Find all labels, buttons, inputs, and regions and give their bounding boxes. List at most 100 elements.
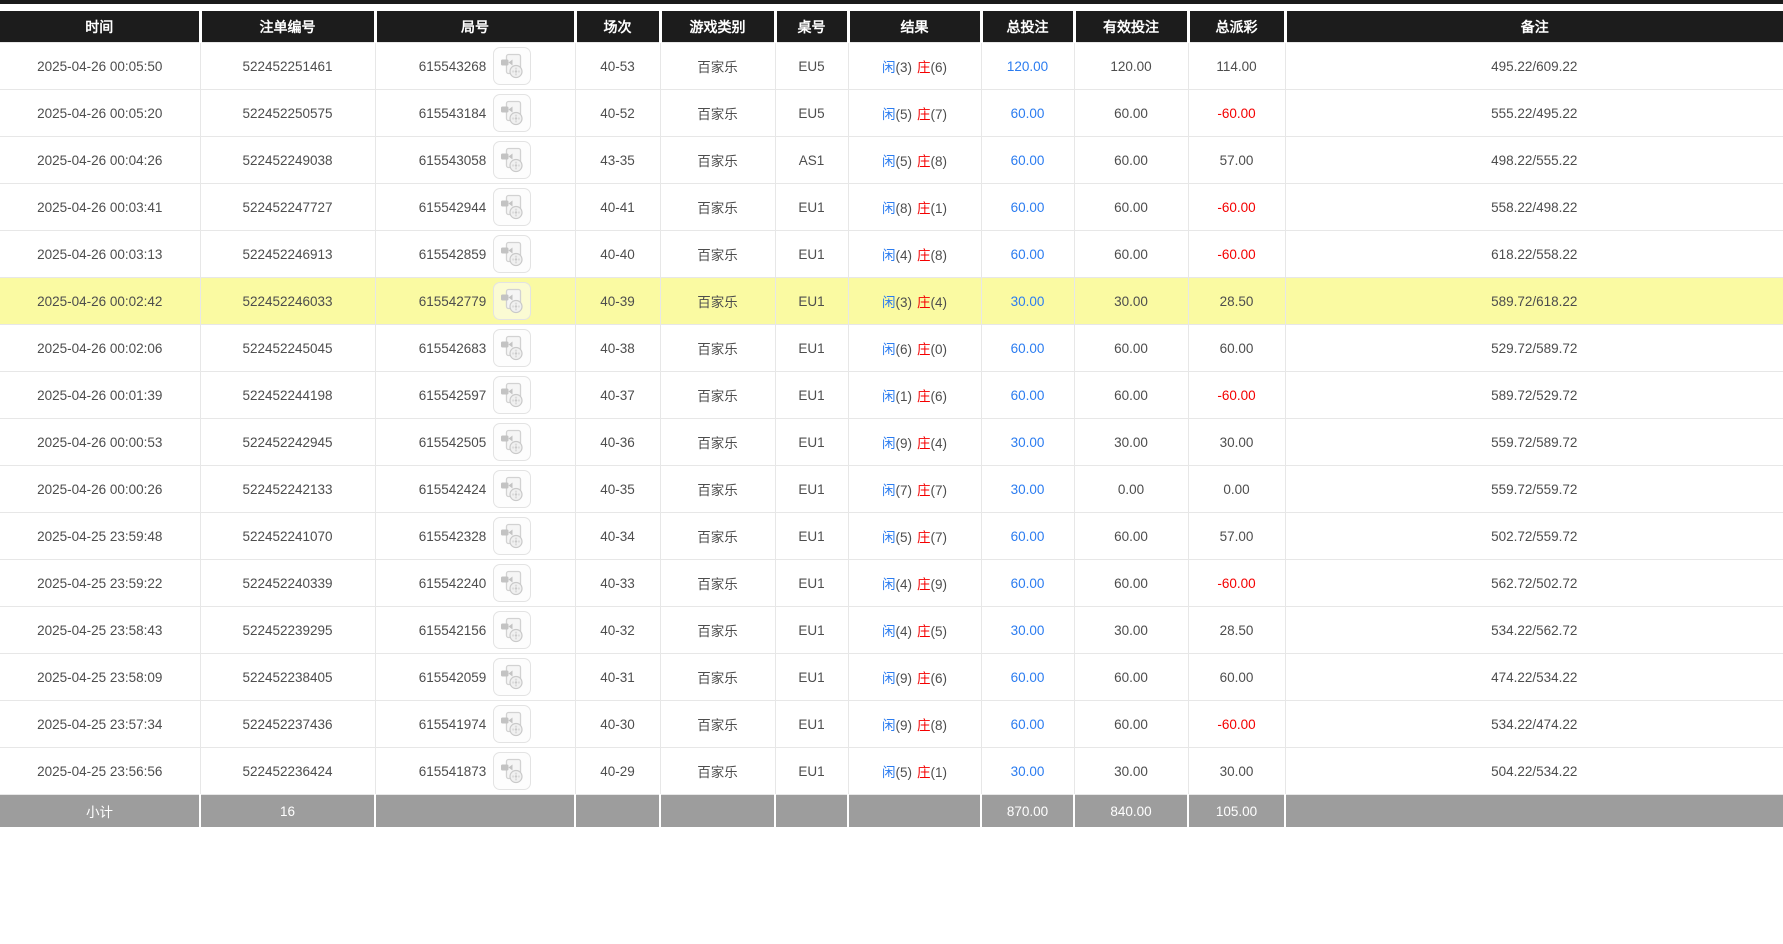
video-replay-button[interactable] — [493, 282, 531, 320]
banker-result-value: (1) — [931, 765, 948, 780]
total-bet-cell[interactable]: 120.00 — [981, 43, 1074, 90]
remark-cell: 562.72/502.72 — [1285, 560, 1783, 607]
banker-result-value: (6) — [931, 671, 948, 686]
payout-cell: 28.50 — [1188, 278, 1285, 325]
bet-no-cell: 522452237436 — [200, 701, 375, 748]
video-replay-button[interactable] — [493, 752, 531, 790]
player-result-label: 闲 — [882, 718, 896, 733]
video-replay-button[interactable] — [493, 188, 531, 226]
banker-result-label: 庄 — [917, 154, 931, 169]
round-no-cell: 615543058 — [375, 137, 575, 184]
total-bet-cell[interactable]: 30.00 — [981, 607, 1074, 654]
video-replay-icon — [500, 147, 524, 173]
result-cell: 闲(6)庄(0) — [848, 325, 981, 372]
video-replay-icon — [500, 288, 524, 314]
banker-result-value: (4) — [931, 295, 948, 310]
round-no-cell: 615542240 — [375, 560, 575, 607]
total-bet-cell[interactable]: 30.00 — [981, 419, 1074, 466]
video-replay-button[interactable] — [493, 376, 531, 414]
round-number: 615542944 — [419, 200, 487, 215]
total-bet-cell[interactable]: 30.00 — [981, 466, 1074, 513]
game-type-cell: 百家乐 — [660, 325, 775, 372]
round-number: 615542059 — [419, 670, 487, 685]
session-cell: 40-32 — [575, 607, 660, 654]
player-result-label: 闲 — [882, 624, 896, 639]
table-no-cell: EU1 — [775, 419, 848, 466]
round-number: 615541873 — [419, 764, 487, 779]
player-result-value: (4) — [896, 248, 913, 263]
time-cell: 2025-04-25 23:57:34 — [0, 701, 200, 748]
total-bet-cell[interactable]: 60.00 — [981, 513, 1074, 560]
player-result-label: 闲 — [882, 60, 896, 75]
table-no-cell: EU1 — [775, 325, 848, 372]
video-replay-icon — [500, 100, 524, 126]
payout-cell: -60.00 — [1188, 701, 1285, 748]
session-cell: 40-52 — [575, 90, 660, 137]
player-result-value: (1) — [896, 389, 913, 404]
table-no-cell: EU1 — [775, 560, 848, 607]
video-replay-button[interactable] — [493, 658, 531, 696]
remark-cell: 618.22/558.22 — [1285, 231, 1783, 278]
banker-result-label: 庄 — [917, 671, 931, 686]
video-replay-button[interactable] — [493, 470, 531, 508]
remark-cell: 529.72/589.72 — [1285, 325, 1783, 372]
video-replay-button[interactable] — [493, 141, 531, 179]
total-bet-cell[interactable]: 60.00 — [981, 137, 1074, 184]
total-bet-cell[interactable]: 60.00 — [981, 184, 1074, 231]
session-cell: 40-38 — [575, 325, 660, 372]
video-replay-icon — [500, 53, 524, 79]
total-bet-cell[interactable]: 30.00 — [981, 748, 1074, 795]
banker-result-label: 庄 — [917, 201, 931, 216]
valid-bet-cell: 60.00 — [1074, 325, 1188, 372]
total-bet-cell[interactable]: 60.00 — [981, 701, 1074, 748]
banker-result-label: 庄 — [917, 718, 931, 733]
result-cell: 闲(9)庄(8) — [848, 701, 981, 748]
video-replay-button[interactable] — [493, 423, 531, 461]
video-replay-button[interactable] — [493, 329, 531, 367]
result-cell: 闲(9)庄(4) — [848, 419, 981, 466]
total-bet-cell[interactable]: 60.00 — [981, 560, 1074, 607]
video-replay-button[interactable] — [493, 235, 531, 273]
video-replay-button[interactable] — [493, 47, 531, 85]
payout-cell: -60.00 — [1188, 90, 1285, 137]
video-replay-button[interactable] — [493, 94, 531, 132]
video-replay-icon — [500, 476, 524, 502]
video-replay-button[interactable] — [493, 611, 531, 649]
banker-result-value: (9) — [931, 577, 948, 592]
round-number: 615542597 — [419, 388, 487, 403]
round-no-cell: 615543268 — [375, 43, 575, 90]
banker-result-label: 庄 — [917, 483, 931, 498]
col-header-table-no: 桌号 — [775, 11, 848, 43]
time-cell: 2025-04-26 00:02:06 — [0, 325, 200, 372]
total-bet-cell[interactable]: 60.00 — [981, 231, 1074, 278]
player-result-label: 闲 — [882, 530, 896, 545]
game-type-cell: 百家乐 — [660, 372, 775, 419]
remark-cell: 589.72/618.22 — [1285, 278, 1783, 325]
total-bet-cell[interactable]: 30.00 — [981, 278, 1074, 325]
total-bet-cell[interactable]: 60.00 — [981, 654, 1074, 701]
total-bet-cell[interactable]: 60.00 — [981, 372, 1074, 419]
round-number: 615543184 — [419, 106, 487, 121]
banker-result-label: 庄 — [917, 530, 931, 545]
video-replay-button[interactable] — [493, 564, 531, 602]
total-bet-cell[interactable]: 60.00 — [981, 325, 1074, 372]
table-row: 2025-04-26 00:04:26 522452249038 6155430… — [0, 137, 1783, 184]
table-no-cell: EU1 — [775, 701, 848, 748]
video-replay-icon — [500, 523, 524, 549]
player-result-value: (3) — [896, 60, 913, 75]
video-replay-button[interactable] — [493, 705, 531, 743]
round-no-cell: 615542683 — [375, 325, 575, 372]
round-no-cell: 615542156 — [375, 607, 575, 654]
payout-cell: 57.00 — [1188, 137, 1285, 184]
table-row: 2025-04-26 00:05:20 522452250575 6155431… — [0, 90, 1783, 137]
table-row: 2025-04-25 23:59:48 522452241070 6155423… — [0, 513, 1783, 560]
round-no-cell: 615542328 — [375, 513, 575, 560]
banker-result-value: (0) — [931, 342, 948, 357]
session-cell: 40-53 — [575, 43, 660, 90]
session-cell: 40-36 — [575, 419, 660, 466]
banker-result-label: 庄 — [917, 389, 931, 404]
table-no-cell: EU1 — [775, 748, 848, 795]
total-bet-cell[interactable]: 60.00 — [981, 90, 1074, 137]
col-header-time: 时间 — [0, 11, 200, 43]
video-replay-button[interactable] — [493, 517, 531, 555]
